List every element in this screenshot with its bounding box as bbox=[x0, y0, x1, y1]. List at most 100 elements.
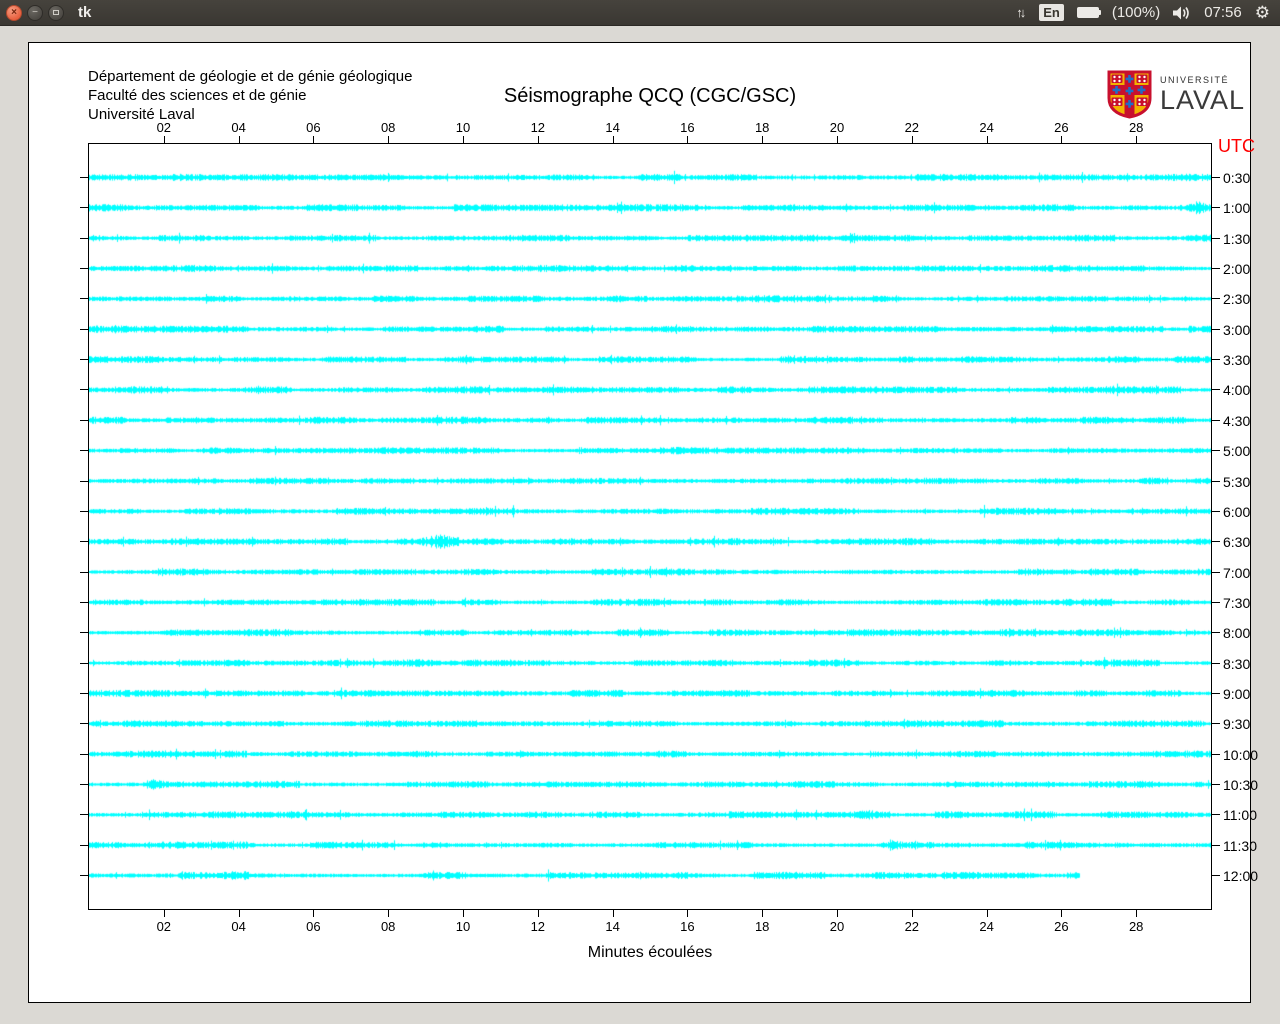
top-panel: × − tk ↑↓ En (100%) 07:56 ⚙ bbox=[0, 0, 1280, 26]
x-tick-top bbox=[163, 136, 165, 144]
x-axis-title: Minutes écoulées bbox=[587, 944, 713, 961]
row-tick-right bbox=[1211, 329, 1220, 330]
window-controls: × − bbox=[0, 4, 64, 21]
utc-time-label: 2:30 bbox=[1223, 291, 1251, 307]
x-tick-bottom bbox=[911, 909, 913, 917]
row-tick-left bbox=[80, 450, 89, 451]
row-tick-left bbox=[80, 207, 89, 208]
row-tick-right bbox=[1211, 663, 1220, 664]
x-tick-label-top: 18 bbox=[754, 120, 770, 135]
x-tick-label-bottom: 08 bbox=[380, 919, 396, 934]
x-tick-label-top: 10 bbox=[455, 120, 471, 135]
row-tick-right bbox=[1211, 845, 1220, 846]
x-tick-bottom bbox=[1061, 909, 1063, 917]
utc-time-label: 1:30 bbox=[1223, 231, 1251, 247]
row-tick-right bbox=[1211, 602, 1220, 603]
x-tick-label-bottom: 10 bbox=[455, 919, 471, 934]
utc-time-label: 0:30 bbox=[1223, 170, 1251, 186]
x-tick-label-top: 14 bbox=[605, 120, 620, 135]
laval-crest-icon bbox=[1107, 70, 1152, 119]
row-tick-left bbox=[80, 329, 89, 330]
x-tick-bottom bbox=[163, 909, 165, 917]
row-tick-left bbox=[80, 845, 89, 846]
x-tick-bottom bbox=[388, 909, 390, 917]
utc-time-label: 8:30 bbox=[1223, 656, 1251, 672]
x-tick-bottom bbox=[986, 909, 988, 917]
utc-time-label: 6:00 bbox=[1223, 504, 1251, 520]
seismogram-traces-canvas bbox=[89, 144, 1211, 909]
utc-time-label: 9:00 bbox=[1223, 686, 1251, 702]
clock[interactable]: 07:56 bbox=[1204, 4, 1242, 21]
battery-icon[interactable] bbox=[1076, 7, 1101, 18]
x-tick-top bbox=[762, 136, 764, 144]
x-tick-bottom bbox=[238, 909, 240, 917]
laval-wordmark: UNIVERSITÉ LAVAL bbox=[1160, 75, 1245, 114]
maximize-button[interactable] bbox=[48, 4, 64, 21]
x-tick-label-bottom: 26 bbox=[1054, 919, 1069, 934]
network-indicator-icon[interactable]: ↑↓ bbox=[1016, 5, 1026, 20]
row-tick-left bbox=[80, 177, 89, 178]
x-tick-bottom bbox=[612, 909, 614, 917]
row-tick-right bbox=[1211, 298, 1220, 299]
x-tick-top bbox=[388, 136, 390, 144]
row-tick-right bbox=[1211, 207, 1220, 208]
x-tick-label-bottom: 22 bbox=[904, 919, 920, 934]
desktop: { "panel": { "window_title": "tk", "batt… bbox=[0, 0, 1280, 1024]
row-tick-left bbox=[80, 298, 89, 299]
row-tick-right bbox=[1211, 481, 1220, 482]
x-tick-top bbox=[1136, 136, 1138, 144]
x-tick-label-top: 20 bbox=[829, 120, 845, 135]
x-tick-bottom bbox=[762, 909, 764, 917]
volume-icon[interactable] bbox=[1173, 6, 1191, 20]
battery-percent: (100%) bbox=[1111, 4, 1161, 21]
utc-time-label: 3:00 bbox=[1223, 322, 1251, 338]
utc-time-label: 10:00 bbox=[1223, 747, 1259, 763]
x-tick-label-bottom: 14 bbox=[605, 919, 620, 934]
x-tick-bottom bbox=[463, 909, 464, 917]
utc-time-label: 6:30 bbox=[1223, 534, 1251, 550]
x-tick-top bbox=[463, 136, 464, 144]
row-tick-right bbox=[1211, 238, 1220, 239]
x-tick-label-bottom: 24 bbox=[979, 919, 994, 934]
helicorder-plot: 02 02 04 04 06 06 08 08 10 10 12 12 14 14 16 16 18 18 20 20… bbox=[80, 120, 1258, 934]
institution-header: Département de géologie et de génie géol… bbox=[88, 67, 412, 124]
utc-time-label: 2:00 bbox=[1223, 261, 1251, 277]
utc-time-label: 3:30 bbox=[1223, 352, 1251, 368]
row-tick-left bbox=[80, 754, 89, 755]
utc-time-label: 9:30 bbox=[1223, 716, 1251, 732]
utc-time-label: 11:30 bbox=[1223, 838, 1257, 854]
utc-time-label: 11:00 bbox=[1223, 807, 1257, 823]
x-tick-top bbox=[313, 136, 315, 144]
row-tick-left bbox=[80, 541, 89, 542]
minimize-button[interactable]: − bbox=[27, 4, 43, 21]
institution-line-1: Département de géologie et de génie géol… bbox=[88, 68, 413, 85]
utc-time-label: 7:00 bbox=[1223, 565, 1251, 581]
row-tick-right bbox=[1211, 723, 1220, 724]
x-tick-bottom bbox=[837, 909, 838, 917]
x-tick-label-top: 16 bbox=[680, 120, 695, 135]
close-button[interactable]: × bbox=[6, 4, 22, 21]
minimize-icon: − bbox=[32, 6, 38, 18]
page-title: Séismographe QCQ (CGC/GSC) bbox=[503, 85, 797, 107]
row-tick-left bbox=[80, 420, 89, 421]
row-tick-right bbox=[1211, 572, 1220, 573]
universite-laval-logo: UNIVERSITÉ LAVAL bbox=[1107, 70, 1245, 119]
row-tick-right bbox=[1211, 389, 1220, 390]
row-tick-right bbox=[1211, 359, 1220, 360]
utc-time-label: 4:00 bbox=[1223, 382, 1251, 398]
gear-icon[interactable]: ⚙ bbox=[1255, 3, 1270, 23]
utc-time-label: 4:30 bbox=[1223, 413, 1251, 429]
x-tick-label-bottom: 20 bbox=[829, 919, 845, 934]
x-tick-top bbox=[537, 136, 539, 144]
keyboard-layout-indicator[interactable]: En bbox=[1039, 4, 1064, 21]
x-tick-label-bottom: 28 bbox=[1128, 919, 1144, 934]
row-tick-right bbox=[1211, 541, 1220, 542]
row-tick-left bbox=[80, 663, 89, 664]
x-tick-top bbox=[1061, 136, 1063, 144]
x-tick-label-top: 22 bbox=[904, 120, 920, 135]
row-tick-left bbox=[80, 693, 89, 694]
row-tick-right bbox=[1211, 632, 1220, 633]
utc-time-label: 10:30 bbox=[1223, 777, 1259, 793]
x-tick-top bbox=[238, 136, 240, 144]
x-tick-label-top: 24 bbox=[979, 120, 994, 135]
